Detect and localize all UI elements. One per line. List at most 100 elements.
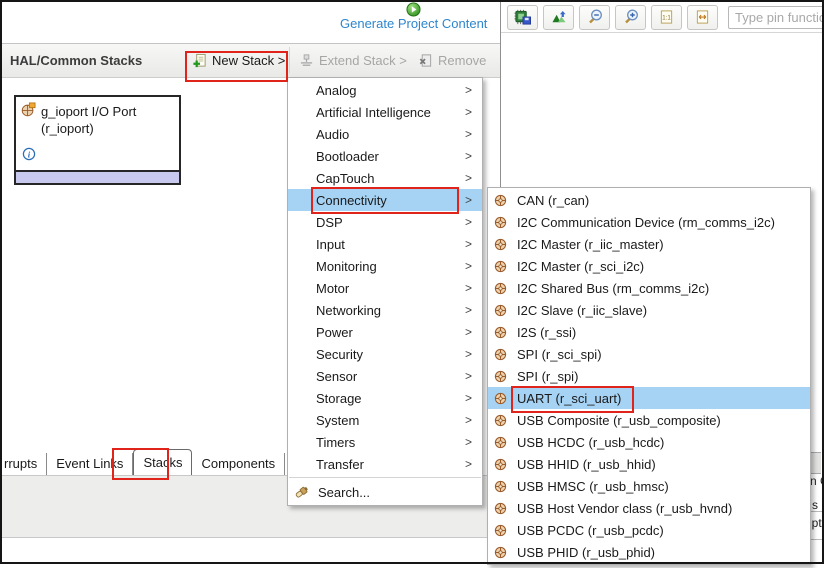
submenu-arrow-icon: > (465, 325, 472, 339)
submenu-arrow-icon: > (465, 105, 472, 119)
menu-item-audio[interactable]: Audio> (288, 123, 482, 145)
submenu-arrow-icon: > (465, 303, 472, 317)
menu-item-sensor[interactable]: Sensor> (288, 365, 482, 387)
menu-item-bootloader[interactable]: Bootloader> (288, 145, 482, 167)
submenu-item-usb-host-vendor-class-r-usb-hvnd[interactable]: USB Host Vendor class (r_usb_hvnd) (488, 497, 810, 519)
background-text-fragment: n C (810, 474, 824, 488)
tab-rrupts[interactable]: rrupts (2, 453, 47, 475)
ioport-stack-box[interactable]: g_ioport I/O Port (r_ioport) i (14, 95, 181, 185)
submenu-arrow-icon: > (465, 457, 472, 471)
submenu-item-label: SPI (r_spi) (517, 369, 578, 384)
menu-item-security[interactable]: Security> (288, 343, 482, 365)
fit-width-button[interactable] (687, 5, 718, 30)
background-fragment-bar (810, 452, 821, 474)
ioport-stack-body: g_ioport I/O Port (r_ioport) i (16, 97, 179, 170)
module-icon (494, 414, 507, 427)
menu-item-analog[interactable]: Analog> (288, 79, 482, 101)
menu-item-storage[interactable]: Storage> (288, 387, 482, 409)
menu-item-label: Connectivity (316, 193, 465, 208)
menu-item-captouch[interactable]: CapTouch> (288, 167, 482, 189)
tab-stacks[interactable]: Stacks (133, 449, 192, 475)
menu-item-timers[interactable]: Timers> (288, 431, 482, 453)
submenu-item-i2c-communication-device-rm-comms-i2c[interactable]: I2C Communication Device (rm_comms_i2c) (488, 211, 810, 233)
new-stack-button[interactable]: New Stack > (192, 50, 285, 71)
menu-item-search[interactable]: Search... (288, 480, 482, 504)
module-icon (494, 348, 507, 361)
menu-item-transfer[interactable]: Transfer> (288, 453, 482, 475)
submenu-item-label: USB Composite (r_usb_composite) (517, 413, 721, 428)
module-icon (494, 260, 507, 273)
extend-stack-icon (299, 53, 314, 68)
module-icon (494, 392, 507, 405)
submenu-item-label: I2C Slave (r_iic_slave) (517, 303, 647, 318)
fit-width-icon (695, 9, 710, 25)
tab-components[interactable]: Components (192, 453, 285, 475)
menu-item-dsp[interactable]: DSP> (288, 211, 482, 233)
pane-title: HAL/Common Stacks (10, 53, 142, 68)
module-icon (494, 304, 507, 317)
module-icon (494, 326, 507, 339)
menu-item-power[interactable]: Power> (288, 321, 482, 343)
submenu-item-label: I2C Communication Device (rm_comms_i2c) (517, 215, 775, 230)
remove-button-disabled[interactable]: Remove (418, 50, 486, 71)
submenu-item-label: USB HMSC (r_usb_hmsc) (517, 479, 669, 494)
submenu-arrow-icon: > (465, 435, 472, 449)
submenu-item-i2c-master-r-iic-master[interactable]: I2C Master (r_iic_master) (488, 233, 810, 255)
zoom-out-icon (587, 9, 603, 25)
menu-item-label: Power (316, 325, 465, 340)
zoom-actual-size-button[interactable]: 1:1 (651, 5, 682, 30)
submenu-item-usb-hcdc-r-usb-hcdc[interactable]: USB HCDC (r_usb_hcdc) (488, 431, 810, 453)
module-icon (494, 194, 507, 207)
submenu-arrow-icon: > (465, 215, 472, 229)
submenu-item-can-r-can[interactable]: CAN (r_can) (488, 189, 810, 211)
submenu-item-spi-r-spi[interactable]: SPI (r_spi) (488, 365, 810, 387)
ioport-stack-label: g_ioport I/O Port (r_ioport) (41, 103, 136, 137)
menu-separator (289, 477, 481, 478)
submenu-arrow-icon: > (465, 413, 472, 427)
pin-function-search-input[interactable] (728, 6, 823, 29)
zoom-out-button[interactable] (579, 5, 610, 30)
submenu-item-usb-phid-r-usb-phid[interactable]: USB PHID (r_usb_phid) (488, 541, 810, 563)
save-pin-configuration-button[interactable] (507, 5, 538, 30)
menu-item-label: DSP (316, 215, 465, 230)
menu-item-motor[interactable]: Motor> (288, 277, 482, 299)
submenu-item-usb-hhid-r-usb-hhid[interactable]: USB HHID (r_usb_hhid) (488, 453, 810, 475)
module-icon (494, 436, 507, 449)
menu-item-label: Search... (318, 485, 370, 500)
menu-item-label: Security (316, 347, 465, 362)
info-icon[interactable]: i (22, 147, 36, 161)
zoom-fit-button[interactable] (543, 5, 574, 30)
submenu-item-usb-hmsc-r-usb-hmsc[interactable]: USB HMSC (r_usb_hmsc) (488, 475, 810, 497)
generate-project-content-link[interactable]: Generate Project Content (340, 16, 487, 31)
submenu-item-label: I2C Shared Bus (rm_comms_i2c) (517, 281, 709, 296)
submenu-item-i2s-r-ssi[interactable]: I2S (r_ssi) (488, 321, 810, 343)
submenu-item-i2c-shared-bus-rm-comms-i2c[interactable]: I2C Shared Bus (rm_comms_i2c) (488, 277, 810, 299)
pin-toolbar: 1:1 (501, 2, 823, 33)
module-icon (494, 370, 507, 383)
submenu-item-i2c-slave-r-iic-slave[interactable]: I2C Slave (r_iic_slave) (488, 299, 810, 321)
extend-stack-label: Extend Stack > (319, 53, 407, 68)
submenu-item-spi-r-sci-spi[interactable]: SPI (r_sci_spi) (488, 343, 810, 365)
menu-item-networking[interactable]: Networking> (288, 299, 482, 321)
submenu-item-uart-r-sci-uart[interactable]: UART (r_sci_uart) (488, 387, 810, 409)
new-stack-menu: Analog>Artificial Intelligence>Audio>Boo… (287, 77, 483, 506)
submenu-item-usb-pcdc-r-usb-pcdc[interactable]: USB PCDC (r_usb_pcdc) (488, 519, 810, 541)
zoom-in-button[interactable] (615, 5, 646, 30)
submenu-item-usb-composite-r-usb-composite[interactable]: USB Composite (r_usb_composite) (488, 409, 810, 431)
tab-event-links[interactable]: Event Links (47, 453, 133, 475)
submenu-item-label: USB HCDC (r_usb_hcdc) (517, 435, 664, 450)
menu-item-artificial-intelligence[interactable]: Artificial Intelligence> (288, 101, 482, 123)
submenu-arrow-icon: > (465, 369, 472, 383)
menu-item-system[interactable]: System> (288, 409, 482, 431)
submenu-item-label: USB Host Vendor class (r_usb_hvnd) (517, 501, 732, 516)
menu-item-connectivity[interactable]: Connectivity> (288, 189, 482, 211)
submenu-arrow-icon: > (465, 171, 472, 185)
menu-item-monitoring[interactable]: Monitoring> (288, 255, 482, 277)
submenu-arrow-icon: > (465, 193, 472, 207)
menu-item-label: Networking (316, 303, 465, 318)
zoom-in-icon (623, 9, 639, 25)
submenu-item-i2c-master-r-sci-i2c[interactable]: I2C Master (r_sci_i2c) (488, 255, 810, 277)
menu-item-input[interactable]: Input> (288, 233, 482, 255)
submenu-arrow-icon: > (465, 347, 472, 361)
extend-stack-button-disabled[interactable]: Extend Stack > (299, 50, 407, 71)
